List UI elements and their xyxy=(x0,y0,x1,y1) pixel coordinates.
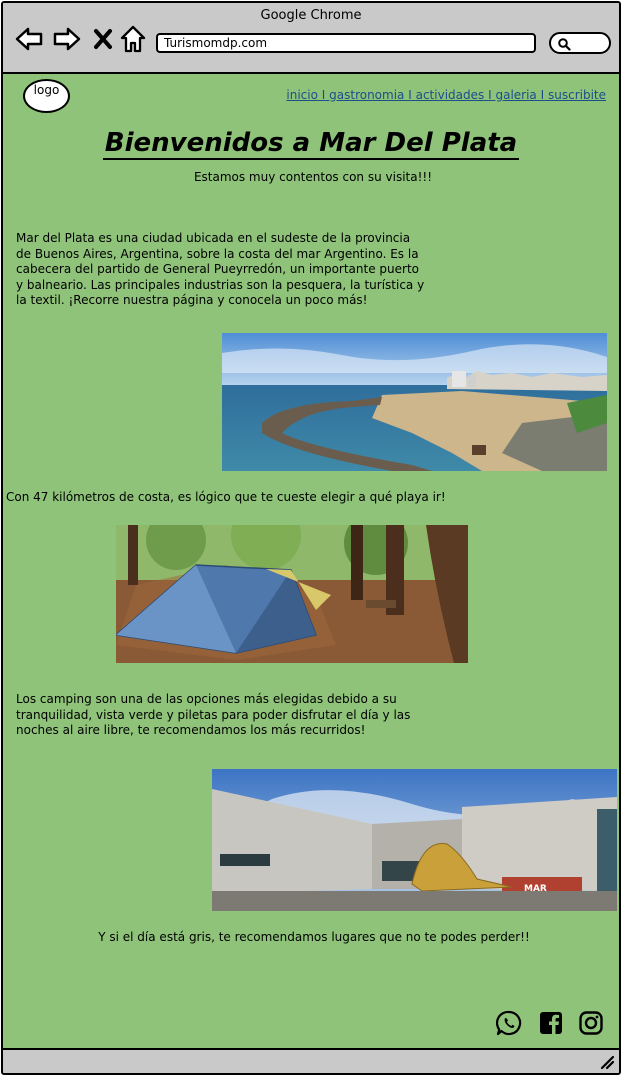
back-arrow-icon[interactable] xyxy=(15,25,43,53)
forward-arrow-icon[interactable] xyxy=(53,25,81,53)
resize-grip-icon[interactable] xyxy=(599,1054,615,1070)
camping-paragraph: Los camping son una de las opciones más … xyxy=(16,692,411,737)
address-bar[interactable]: Turismomdp.com xyxy=(156,33,536,53)
museum-caption: Y si el día está gris, te recomendamos l… xyxy=(98,930,530,944)
search-box[interactable] xyxy=(549,32,611,54)
home-icon[interactable] xyxy=(119,25,147,53)
museum-sign: MAR xyxy=(524,884,547,894)
page-title-text: Bienvenidos a Mar Del Plata xyxy=(102,128,520,160)
nav-separator: I xyxy=(408,88,412,102)
nav-link-inicio[interactable]: inicio xyxy=(286,88,318,102)
beach-photo xyxy=(222,333,607,471)
whatsapp-icon[interactable] xyxy=(495,1010,522,1036)
nav-separator: I xyxy=(540,88,545,102)
camping-photo xyxy=(116,525,468,663)
browser-window: Google Chrome Turismomdp.com logo inicio… xyxy=(1,1,621,1075)
nav-link-actividades[interactable]: actividades xyxy=(416,88,485,102)
page-title: Bienvenidos a Mar Del Plata xyxy=(3,128,619,160)
page-subtitle: Estamos muy contentos con su visita!!! xyxy=(193,170,433,184)
browser-toolbar: Google Chrome Turismomdp.com xyxy=(3,3,619,74)
instagram-icon[interactable] xyxy=(578,1010,604,1036)
site-logo[interactable]: logo xyxy=(23,79,70,113)
browser-status-bar xyxy=(3,1048,619,1073)
nav-link-gastronomia[interactable]: gastronomia xyxy=(329,88,404,102)
nav-separator: I xyxy=(488,88,492,102)
nav-link-suscribite[interactable]: suscribite xyxy=(548,88,606,102)
intro-paragraph: Mar del Plata es una ciudad ubicada en e… xyxy=(16,231,425,307)
museum-photo: MAR xyxy=(212,769,617,911)
main-nav: inicio I gastronomia I actividades I gal… xyxy=(286,88,606,102)
facebook-icon[interactable] xyxy=(538,1010,564,1036)
nav-link-galeria[interactable]: galeria xyxy=(495,88,536,102)
search-icon xyxy=(558,38,571,51)
nav-separator: I xyxy=(321,88,326,102)
close-icon[interactable] xyxy=(89,25,117,53)
beach-caption: Con 47 kilómetros de costa, es lógico qu… xyxy=(6,490,446,504)
window-title: Google Chrome xyxy=(260,8,362,23)
